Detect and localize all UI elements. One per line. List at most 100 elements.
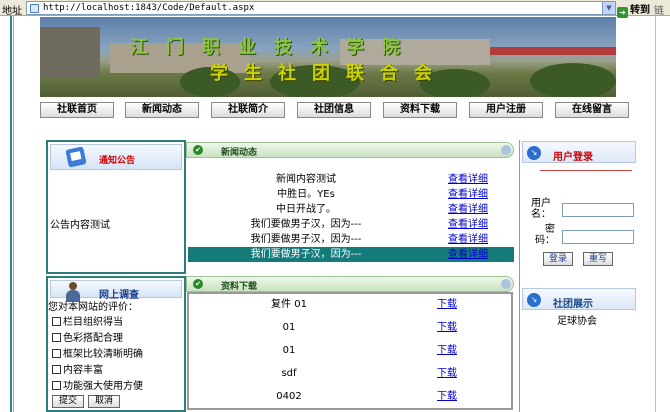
news-item-selected: 我们要做男子汉，因为--- 查看详细: [188, 247, 514, 262]
chevron-down-icon[interactable]: ▼: [602, 2, 615, 14]
page-icon: [30, 4, 39, 13]
checkbox[interactable]: [52, 381, 61, 390]
go-label: 转到: [630, 5, 650, 16]
downloads-title: 资料下载: [221, 282, 258, 292]
notice-content: 公告内容测试: [50, 220, 110, 231]
download-link[interactable]: 下载: [437, 294, 457, 316]
survey-submit-button[interactable]: 提交: [52, 395, 84, 408]
survey-header: 网上调查: [50, 280, 182, 302]
news-item-title: 中胜日。YEs: [277, 189, 335, 200]
nav-downloads[interactable]: 资料下载: [383, 102, 457, 118]
reset-button[interactable]: 重写: [583, 252, 613, 266]
password-input[interactable]: [562, 230, 634, 244]
address-bar: 地址 http://localhost:1843/Code/Default.as…: [0, 0, 670, 18]
survey-option[interactable]: 色彩搭配合理: [52, 332, 123, 345]
survey-option[interactable]: 栏目组织得当: [52, 316, 123, 329]
survey-cancel-button[interactable]: 取消: [88, 395, 120, 408]
news-detail-link[interactable]: 查看详细: [448, 202, 488, 217]
nav-news[interactable]: 新闻动态: [125, 102, 199, 118]
survey-option[interactable]: 内容丰富: [52, 364, 103, 377]
club-item[interactable]: 足球协会: [557, 312, 597, 327]
checkbox[interactable]: [52, 365, 61, 374]
news-item: 我们要做男子汉，因为--- 查看详细: [188, 232, 514, 247]
survey-option[interactable]: 框架比较清晰明确: [52, 348, 143, 361]
login-button[interactable]: 登录: [543, 252, 573, 266]
check-icon: ✔: [193, 145, 203, 155]
banner-tree: [530, 63, 616, 97]
survey-option[interactable]: 功能强大使用方便: [52, 380, 143, 393]
frame-line-left: [10, 16, 12, 412]
checkbox[interactable]: [52, 317, 61, 326]
nav-clubs[interactable]: 社团信息: [297, 102, 371, 118]
news-detail-link[interactable]: 查看详细: [448, 172, 488, 187]
login-underline: [540, 170, 632, 171]
checkbox[interactable]: [52, 349, 61, 358]
news-detail-link[interactable]: 查看详细: [448, 217, 488, 232]
column-divider: [519, 140, 520, 412]
address-url[interactable]: http://localhost:1843/Code/Default.aspx: [43, 3, 254, 13]
survey-option-label: 色彩搭配合理: [63, 333, 123, 344]
survey-option-label: 栏目组织得当: [63, 317, 123, 328]
banner-title: 江门职业技术学院: [130, 37, 418, 58]
news-detail-link[interactable]: 查看详细: [448, 232, 488, 247]
news-item-title: 我们要做男子汉，因为---: [250, 219, 362, 230]
news-item-title: 中日开战了。: [276, 204, 336, 215]
arrow-icon: [501, 279, 511, 289]
go-button[interactable]: ➜ 转到: [617, 1, 651, 18]
download-item: 01 下载: [189, 340, 511, 362]
survey-panel: 网上调查 您对本网站的评价： 栏目组织得当 色彩搭配合理 框架比较清晰明确 内容…: [46, 276, 186, 412]
download-item: 01 下载: [189, 317, 511, 339]
banner-image: 江门职业技术学院 学生社团联合会: [40, 17, 616, 97]
go-arrow-icon: ➜: [617, 7, 628, 18]
checkbox[interactable]: [52, 333, 61, 342]
download-name: sdf: [281, 368, 297, 379]
notice-panel: 通知公告 公告内容测试: [46, 140, 186, 274]
downloads-panel: 复件 01 下载 01 下载 01 下载 sdf 下载 0402 下载: [187, 292, 513, 410]
frame-line-left-inner: [13, 16, 14, 412]
download-link[interactable]: 下载: [437, 386, 457, 408]
username-label: 用户名：: [531, 198, 551, 220]
address-input[interactable]: http://localhost:1843/Code/Default.aspx …: [26, 1, 616, 15]
frame-line-right: [655, 16, 656, 412]
news-item-title: 我们要做男子汉，因为---: [250, 249, 362, 260]
news-item: 新闻内容测试 查看详细: [188, 172, 514, 187]
notice-header: 通知公告: [50, 144, 182, 170]
arrow-icon: ↘: [527, 293, 541, 307]
login-title: 用户登录: [553, 152, 593, 163]
notice-title: 通知公告: [99, 156, 136, 166]
news-header: ✔ 新闻动态: [186, 142, 514, 158]
nav-guestbook[interactable]: 在线留言: [555, 102, 629, 118]
survey-option-label: 内容丰富: [63, 365, 103, 376]
download-link[interactable]: 下载: [437, 317, 457, 339]
login-header: ↘ 用户登录: [522, 141, 636, 163]
download-link[interactable]: 下载: [437, 363, 457, 385]
address-label: 地址: [2, 6, 22, 17]
download-name: 01: [282, 322, 296, 333]
nav-about[interactable]: 社联简介: [211, 102, 285, 118]
download-item: sdf 下载: [189, 363, 511, 385]
news-detail-link[interactable]: 查看详细: [448, 187, 488, 202]
download-name: 复件 01: [271, 299, 307, 310]
download-item: 复件 01 下载: [189, 294, 511, 316]
banner-building: [40, 27, 100, 77]
download-name: 0402: [276, 391, 302, 402]
notice-icon: [65, 146, 87, 168]
survey-option-label: 框架比较清晰明确: [63, 349, 143, 360]
download-link[interactable]: 下载: [437, 340, 457, 362]
news-item-title: 新闻内容测试: [276, 174, 336, 185]
check-icon: ✔: [193, 279, 203, 289]
downloads-header: ✔ 资料下载: [186, 276, 514, 292]
nav-home[interactable]: 社联首页: [40, 102, 114, 118]
news-item: 我们要做男子汉，因为--- 查看详细: [188, 217, 514, 232]
clubs-title: 社团展示: [553, 299, 593, 310]
news-item-title: 我们要做男子汉，因为---: [250, 234, 362, 245]
username-input[interactable]: [562, 203, 634, 217]
nav-register[interactable]: 用户注册: [469, 102, 543, 118]
clubs-header: ↘ 社团展示: [522, 288, 636, 310]
news-detail-link[interactable]: 查看详细: [448, 247, 488, 262]
news-item: 中日开战了。 查看详细: [188, 202, 514, 217]
download-item: 0402 下载: [189, 386, 511, 408]
arrow-icon: [501, 145, 511, 155]
links-button[interactable]: 链: [654, 2, 664, 17]
banner-roof: [490, 47, 616, 55]
